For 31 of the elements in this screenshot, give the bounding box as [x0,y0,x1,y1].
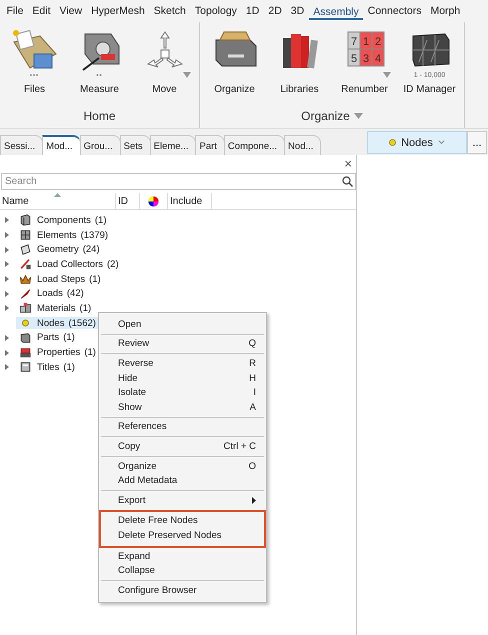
item-count: (42) [66,288,84,300]
tree-item-label: Loads [37,288,63,300]
item-count: (1) [63,332,75,344]
tree-item-label: Properties [37,347,80,358]
item-count: (24) [82,244,100,256]
shortcut-text: I [253,387,256,398]
shortcut-text: R [249,358,256,369]
tree-item-label: Load Steps [37,274,86,285]
group-label: Home [83,109,116,123]
item-count: (1) [89,274,101,285]
tree-item-label: Geometry [37,244,79,256]
item-count: (1) [80,302,92,314]
item-count: (1379) [80,230,108,241]
group-label: Organize [301,109,350,123]
item-count: (1) [63,362,75,373]
shortcut-text: H [249,372,256,384]
shortcut-text: O [248,460,256,472]
shortcut-text: A [250,402,256,413]
tree-item-label: Elements [37,230,77,241]
tree-item-label: Nodes [37,318,64,329]
item-count: (2) [107,258,119,270]
tree-item-label: Components [37,214,91,226]
tree-item-label: Titles [37,362,60,373]
item-count: (1) [84,347,96,358]
item-count: (1562) [68,318,96,329]
shortcut-text: Ctrl + C [224,440,256,452]
item-count: (1) [94,214,106,226]
shortcut-text: Q [248,338,256,350]
tree-item-label: Parts [37,332,60,344]
tree-item-label: Materials [37,302,76,314]
tree-item-label: Load Collectors [37,258,104,270]
